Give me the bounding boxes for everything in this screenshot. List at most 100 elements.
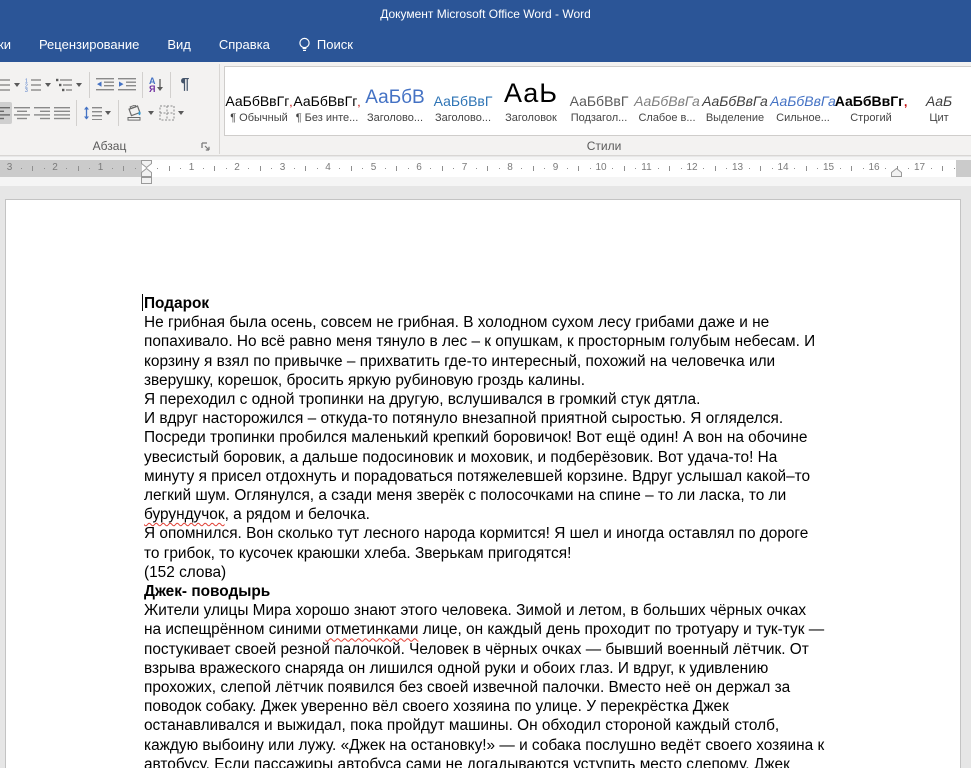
style-item-11[interactable]: АаБ Цит [905,67,971,135]
style-item-4[interactable]: АаБбВвГ Заголово... [429,67,497,135]
text-line-10[interactable]: минуту я присел отдохнуть и порадоваться… [144,467,934,486]
styles-group-label: Стили [586,139,622,153]
text-line-7[interactable]: И вдруг насторожился – откуда-то потянул… [144,409,934,428]
word-window: Документ Microsoft Office Word - Word ки… [0,0,971,768]
text-line-1[interactable]: Подарок [144,294,934,313]
text-line-21[interactable]: прохожих, слепой лётчик появился без сво… [144,678,934,697]
ruler-tick [316,168,318,169]
style-item-1[interactable]: АаБбВвГг, ¶ Обычный [225,67,293,135]
tab-4[interactable]: Справка [205,27,284,62]
ruler-tick [248,168,250,169]
style-preview: АаБбВвГа [634,93,700,109]
ruler-number: 13 [731,162,744,173]
ruler-tick [20,168,22,169]
text-line-12[interactable]: бурундучок, а рядом и белочка. [144,505,934,524]
text-segment: лице, он каждый день проходит по тротуар… [418,621,825,639]
text-line-3[interactable]: попахивало. Но всё равно меня тянуло в л… [144,332,934,351]
ruler-tick [89,168,91,169]
text-line-2[interactable]: Не грибная была осень, совсем не грибная… [144,313,934,332]
text-line-22[interactable]: поводок собаку. Джек уверенно вёл своего… [144,697,934,716]
text-line-20[interactable]: взрыва вражеского снаряда он лишился одн… [144,659,934,678]
shading-dropdown-icon[interactable] [148,111,154,115]
text-segment: Джек- поводырь [144,583,271,601]
left-indent-marker[interactable] [141,177,152,184]
style-item-2[interactable]: АаБбВвГг, ¶ Без инте... [293,67,361,135]
ruler-tick [862,168,864,169]
line-spacing-dropdown-icon[interactable] [105,111,111,115]
shading-icon[interactable] [123,102,147,124]
ruler-tick [908,168,910,169]
style-item-9[interactable]: АаБбВвГа Сильное... [769,67,837,135]
tab-3[interactable]: Вид [153,27,205,62]
style-item-5[interactable]: АаЬ Заголовок [497,67,565,135]
text-line-13[interactable]: Я опомнился. Вон сколько тут лесного нар… [144,524,934,543]
text-segment: зверушку, корешок, бросить яркую рубинов… [144,371,585,389]
ruler-tick [953,168,955,169]
borders-icon[interactable] [157,102,177,124]
ruler-tick [566,168,568,169]
increase-indent-icon[interactable] [116,74,138,96]
ruler-tick [885,168,887,169]
numbering-icon[interactable]: 123 [23,74,44,96]
lightbulb-icon [298,37,311,53]
style-item-6[interactable]: АаБбВвГ Подзагол... [565,67,633,135]
text-line-23[interactable]: останавливался и выжидал, пока пройдут м… [144,716,934,735]
ruler-tick [771,168,773,169]
paragraph-group-label: Абзац [92,139,127,153]
ruler-tick [396,166,398,171]
ruler-number: 2 [52,162,58,173]
text-line-16[interactable]: Джек- поводырь [144,582,934,601]
ruler-tick [453,168,455,169]
text-line-9[interactable]: увесистый боровик, а дальше подосиновик … [144,448,934,467]
text-line-17[interactable]: Жители улицы Мира хорошо знают этого чел… [144,601,934,620]
style-item-8[interactable]: АаБбВвГа Выделение [701,67,769,135]
text-segment: прохожих, слепой лётчик появился без сво… [144,679,791,697]
align-left-icon[interactable] [0,102,12,124]
text-line-24[interactable]: каждую выбоину или лужу. «Джек на остано… [144,736,934,755]
justify-icon[interactable] [52,102,72,124]
text-line-19[interactable]: постукивает своей резной палочкой. Челов… [144,640,934,659]
right-indent-marker[interactable] [891,168,902,177]
numbering-dropdown-icon[interactable] [45,83,51,87]
paragraph-group: 123 АЯ ¶ Абзац [0,62,219,155]
style-preview: АаБбВ [365,87,425,108]
first-line-indent-marker[interactable] [141,160,152,168]
bullets-icon[interactable] [0,74,13,96]
ruler-tick [487,166,489,171]
style-item-7[interactable]: АаБбВвГа Слабое в... [633,67,701,135]
hanging-indent-marker[interactable] [141,168,152,177]
document-text[interactable]: Подарок Не грибная была осень, совсем не … [144,294,934,768]
text-line-15[interactable]: (152 слова) [144,563,934,582]
text-line-11[interactable]: легкий шум. Оглянулся, а сзади меня звер… [144,486,934,505]
text-line-4[interactable]: корзину я взял по привычке – прихватить … [144,352,934,371]
line-spacing-icon[interactable] [81,102,104,124]
tab-2[interactable]: Рецензирование [25,27,153,62]
style-label: Заголовок [505,112,557,124]
bullets-dropdown-icon[interactable] [14,83,20,87]
decrease-indent-icon[interactable] [94,74,116,96]
align-center-icon[interactable] [12,102,32,124]
multilevel-list-icon[interactable] [54,74,75,96]
ribbon-tabs: ки Рецензирование Вид Справка [0,27,284,62]
ruler-tick [77,166,79,171]
align-right-icon[interactable] [32,102,52,124]
text-line-5[interactable]: зверушку, корешок, бросить яркую рубинов… [144,371,934,390]
ruler-number: 15 [822,162,835,173]
sort-icon[interactable]: АЯ [147,74,166,96]
tab-search[interactable]: Поиск [284,27,367,62]
ruler-tick [851,166,853,171]
text-line-6[interactable]: Я переходил с одной тропинки на другую, … [144,390,934,409]
borders-dropdown-icon[interactable] [178,111,184,115]
paragraph-dialog-launcher-icon[interactable] [201,142,211,152]
tab-1[interactable]: ки [0,27,25,62]
text-line-25[interactable]: автобусу. Если пассажиры автобуса сами н… [144,755,934,768]
text-line-14[interactable]: то грибок, то кусочек краюшки хлеба. Зве… [144,544,934,563]
style-item-10[interactable]: АаБбВвГг, Строгий [835,67,908,135]
text-line-8[interactable]: Посреди тропинки пробился маленький креп… [144,428,934,447]
document-page[interactable]: Подарок Не грибная была осень, совсем не … [5,199,961,768]
style-preview: АаБбВвГг, [293,93,361,109]
show-marks-icon[interactable]: ¶ [175,76,196,94]
style-item-3[interactable]: АаБбВ Заголово... [361,67,429,135]
text-line-18[interactable]: на испещрённом синими отметинками лице, … [144,620,934,639]
multilevel-dropdown-icon[interactable] [76,83,82,87]
